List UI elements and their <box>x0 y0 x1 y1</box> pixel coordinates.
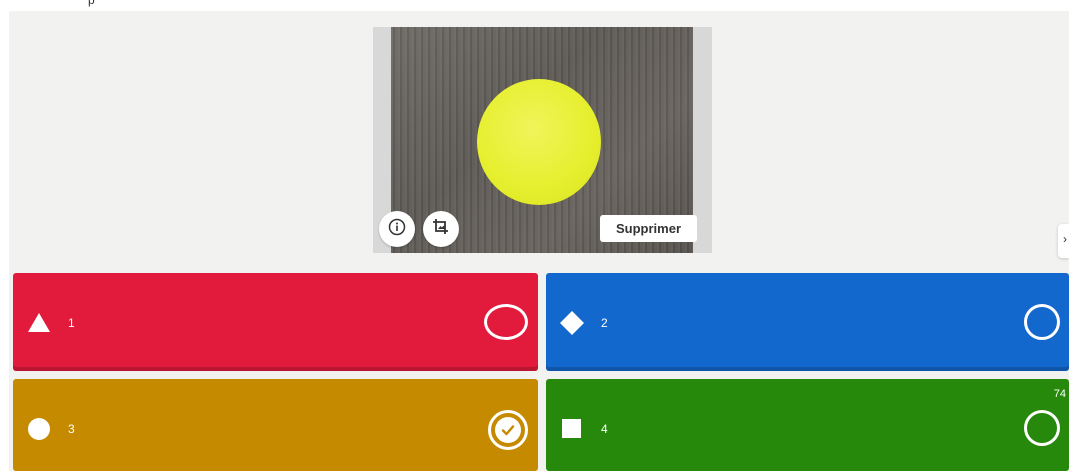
answer-label-1: 1 <box>68 316 75 330</box>
diamond-icon <box>560 311 584 335</box>
side-panel-toggle[interactable]: › <box>1058 224 1069 258</box>
mark-correct-toggle-3[interactable] <box>488 410 528 450</box>
circle-icon <box>27 417 51 441</box>
delete-image-button[interactable]: Supprimer <box>600 215 697 242</box>
image-info-button[interactable] <box>379 211 415 247</box>
crop-icon <box>431 217 451 242</box>
answer-option-1[interactable]: 1 <box>13 273 538 371</box>
character-counter: 74 <box>1053 388 1066 400</box>
answer-option-4[interactable]: 4 74 <box>546 379 1069 471</box>
info-icon <box>388 218 406 241</box>
image-crop-button[interactable] <box>423 211 459 247</box>
answer-option-3[interactable]: 3 <box>13 379 538 471</box>
question-media: Supprimer <box>373 27 712 253</box>
header-partial-text: p <box>88 0 95 7</box>
answer-label-4: 4 <box>601 422 608 436</box>
checkmark-icon <box>495 417 521 443</box>
mark-correct-toggle-4[interactable] <box>1024 410 1060 446</box>
yellow-disc-image-content <box>477 79 601 205</box>
square-icon <box>560 417 584 441</box>
side-panel-chevron-icon: › <box>1063 232 1067 246</box>
answer-option-2[interactable]: 2 <box>546 273 1069 371</box>
triangle-icon <box>27 311 51 335</box>
mark-correct-toggle-2[interactable] <box>1024 304 1060 340</box>
answer-label-3: 3 <box>68 422 75 436</box>
mark-correct-toggle-1[interactable] <box>484 304 528 340</box>
answer-label-2: 2 <box>601 316 608 330</box>
